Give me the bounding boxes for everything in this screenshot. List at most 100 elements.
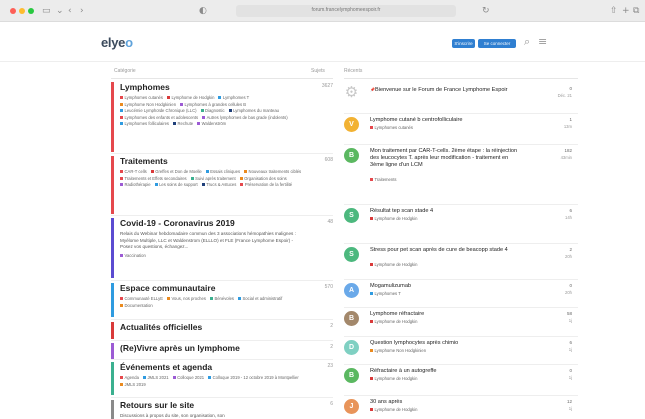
window-close-button[interactable]	[10, 8, 16, 14]
topic-title-link[interactable]: 30 ans après	[370, 399, 520, 406]
topic-category-link[interactable]: Lymphomes cutanés	[370, 125, 413, 130]
avatar[interactable]: B	[344, 148, 359, 163]
topic-category-link[interactable]: Lymphomes T	[370, 291, 401, 296]
category-item[interactable]: Lymphomes 3627 Lymphomes cutanés Lymphome d…	[111, 82, 333, 152]
share-icon[interactable]: ⇧	[610, 5, 618, 17]
category-item[interactable]: Actualités officielles 2	[111, 322, 333, 339]
topic-row[interactable]: B Lymphome réfractaire Lymphome de Hodgkin…	[344, 311, 578, 339]
topic-activity-age[interactable]: 14h	[565, 215, 572, 220]
subcategory-link[interactable]: Les soins de support	[154, 182, 198, 189]
topic-title-link[interactable]: Mon traitement par CAR-T-cells. 2ème éta…	[370, 148, 520, 169]
topic-row[interactable]: S Stress pour pet scan après de cure de b…	[344, 247, 578, 275]
subcategory-link[interactable]: Nouveaux traitements ciblés	[244, 169, 301, 176]
subcategory-link[interactable]: Colloque 2021	[172, 375, 204, 382]
avatar[interactable]: A	[344, 283, 359, 298]
topic-category-link[interactable]: Lymphome de Hodgkin	[370, 216, 417, 221]
window-minimize-button[interactable]	[19, 8, 25, 14]
avatar[interactable]: B	[344, 311, 359, 326]
topic-row[interactable]: B Réfractaire à un autogreffe Lymphome de …	[344, 368, 578, 396]
subcategory-link[interactable]: Agenda	[120, 375, 139, 382]
subcategory-link[interactable]: Greffes et Don de Moelle	[150, 169, 202, 176]
subcategory-link[interactable]: Suivi après traitement	[190, 176, 236, 183]
subcategory-link[interactable]: Organisation des soins	[239, 176, 287, 183]
topic-title-link[interactable]: 📌Bienvenue sur le Forum de France Lympho…	[370, 86, 520, 94]
subcategory-link[interactable]: Colloque 2019 - 12 octobre 2019 à Montpe…	[208, 375, 299, 382]
category-title[interactable]: Événements et agenda	[120, 362, 333, 373]
category-item[interactable]: Événements et agenda 23 Agenda JMLS 2021 Col…	[111, 362, 333, 395]
subcategory-link[interactable]: Leucémie Lymphoïde Chronique (LLC)	[120, 108, 197, 115]
avatar[interactable]: J	[344, 399, 359, 414]
category-item[interactable]: Traitements 608 CAR-T cells Greffes et Don …	[111, 156, 333, 214]
subcategory-link[interactable]: Lymphome de Hodgkin	[166, 95, 214, 102]
topic-activity-age[interactable]: 20h	[565, 290, 572, 295]
subcategory-link[interactable]: Social et administratif	[238, 296, 282, 303]
category-title[interactable]: Covid-19 - Coronavirus 2019	[120, 218, 333, 229]
subcategory-link[interactable]: Lymphomes T	[218, 95, 249, 102]
chevron-right-icon[interactable]: ›	[80, 5, 84, 17]
subcategory-link[interactable]: Communauté ELLyE	[120, 296, 163, 303]
topic-title-link[interactable]: Lymphome cutané b centrofolliculaire	[370, 117, 520, 124]
subcategory-link[interactable]: Lymphomes cutanés	[120, 95, 163, 102]
category-title[interactable]: Retours sur le site	[120, 400, 333, 411]
signup-button[interactable]: S'inscrire	[452, 39, 475, 48]
topic-row[interactable]: S Résultat tep scan stade 4 Lymphome de Ho…	[344, 208, 578, 236]
address-bar[interactable]: forum.francelymphomeespoir.fr	[236, 5, 456, 17]
topic-activity-age[interactable]: 1j	[569, 375, 572, 380]
topic-category-link[interactable]: Lymphome de Hodgkin	[370, 262, 417, 267]
topic-activity-age[interactable]: Déc. 21	[558, 93, 572, 98]
subcategory-link[interactable]: JMLS 2019	[120, 382, 146, 389]
topic-row[interactable]: J 30 ans après Lymphome de Hodgkin 12 1j	[344, 399, 578, 419]
category-title[interactable]: Traitements	[120, 156, 333, 167]
site-logo[interactable]: elyeo	[101, 35, 133, 50]
subcategory-link[interactable]: Lymphome Non Hodgkinien	[120, 102, 176, 109]
login-button[interactable]: Se connecter	[478, 39, 516, 48]
hamburger-menu-icon[interactable]: ≡	[538, 36, 547, 48]
reload-icon[interactable]: ↻	[482, 5, 490, 17]
tabs-icon[interactable]: ⧉	[633, 5, 639, 17]
topic-category-link[interactable]: Lymphome de Hodgkin	[370, 376, 417, 381]
window-zoom-button[interactable]	[28, 8, 34, 14]
plus-icon[interactable]: +	[622, 5, 630, 17]
sidebar-icon[interactable]: ▭	[42, 5, 51, 17]
topic-title-link[interactable]: Réfractaire à un autogreffe	[370, 368, 520, 375]
subcategory-link[interactable]: Diagnostic	[200, 108, 225, 115]
subcategory-link[interactable]: Lymphomes des enfants et adolescents	[120, 115, 198, 122]
subcategory-link[interactable]: Bénévoles	[209, 296, 234, 303]
topic-row[interactable]: ⚙ 📌Bienvenue sur le Forum de France Lymph…	[344, 85, 578, 114]
topic-activity-age[interactable]: 1j	[569, 406, 572, 411]
category-title[interactable]: Espace communautaire	[120, 283, 333, 294]
topic-category-link[interactable]: Lymphome Non Hodgkinien	[370, 348, 426, 353]
subcategory-link[interactable]: Lymphomes du manteau	[228, 108, 279, 115]
topic-title-link[interactable]: Question lymphocytes après chimio	[370, 340, 520, 347]
avatar[interactable]: S	[344, 247, 359, 262]
chevron-left-icon[interactable]: ‹	[68, 5, 72, 17]
topic-row[interactable]: B Mon traitement par CAR-T-cells. 2ème ét…	[344, 148, 578, 182]
avatar[interactable]: V	[344, 117, 359, 132]
subcategory-link[interactable]: Vous, nos proches	[166, 296, 206, 303]
avatar[interactable]: S	[344, 208, 359, 223]
subcategory-link[interactable]: Préservation de la fertilité	[240, 182, 292, 189]
topic-row[interactable]: V Lymphome cutané b centrofolliculaire Lym…	[344, 117, 578, 145]
avatar[interactable]: D	[344, 340, 359, 355]
subcategory-link[interactable]: Trucs & Astuces	[201, 182, 236, 189]
subcategory-link[interactable]: Autres lymphomes de bas grade (indolents…	[202, 115, 288, 122]
topic-activity-age[interactable]: 1j	[569, 318, 572, 323]
topic-activity-age[interactable]: 13m	[564, 124, 572, 129]
topic-category-link[interactable]: Lymphome de Hodgkin	[370, 319, 417, 324]
sidebar-chevron-icon[interactable]: ⌄	[56, 5, 64, 17]
subcategory-link[interactable]: JMLS 2021	[142, 375, 169, 382]
subcategory-link[interactable]: Waldenström	[197, 121, 226, 128]
category-item[interactable]: (Re)Vivre après un lymphome 2	[111, 343, 333, 360]
category-title[interactable]: Lymphomes	[120, 82, 333, 93]
category-item[interactable]: Espace communautaire 570 Communauté ELLyE V…	[111, 283, 333, 317]
subcategory-link[interactable]: Radiothérapie	[120, 182, 151, 189]
subcategory-link[interactable]: CAR-T cells	[120, 169, 147, 176]
category-item[interactable]: Covid-19 - Coronavirus 2019 48 Relais du W…	[111, 218, 333, 278]
topic-title-link[interactable]: Résultat tep scan stade 4	[370, 208, 520, 215]
subcategory-link[interactable]: Documentation	[120, 303, 153, 310]
search-icon[interactable]: ⌕	[524, 36, 530, 48]
topic-activity-age[interactable]: 20h	[565, 254, 572, 259]
topic-category-link[interactable]: Lymphome de Hodgkin	[370, 407, 417, 412]
topic-title-link[interactable]: Lymphome réfractaire	[370, 311, 520, 318]
topic-activity-age[interactable]: 43min	[561, 155, 572, 160]
